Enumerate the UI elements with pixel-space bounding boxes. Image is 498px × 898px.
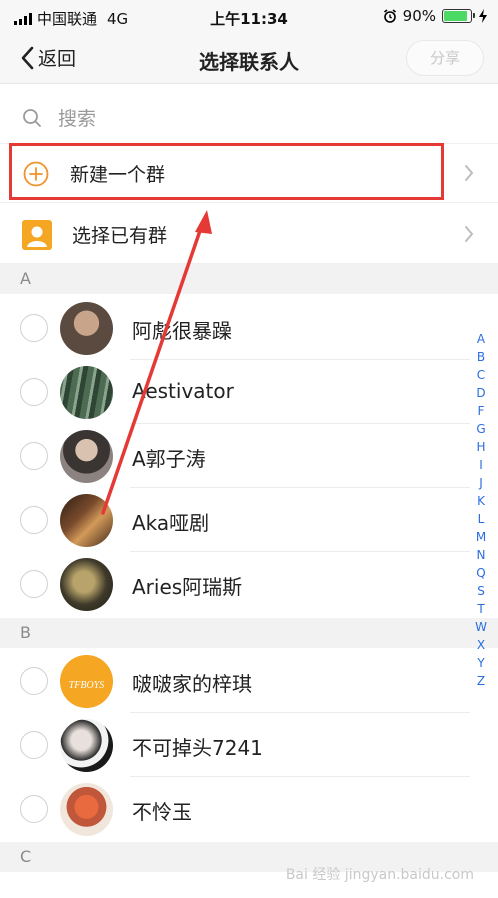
avatar: [60, 494, 113, 547]
select-checkbox[interactable]: [20, 506, 48, 534]
contact-name: 不怜玉: [132, 800, 192, 824]
index-letter[interactable]: L: [478, 510, 485, 528]
battery-icon: [442, 9, 475, 23]
contact-row[interactable]: 不可掉头7241: [0, 713, 470, 777]
section-header-b: B: [0, 618, 498, 648]
contact-row[interactable]: 不怜玉: [0, 777, 470, 841]
select-checkbox[interactable]: [20, 570, 48, 598]
existing-group-label: 选择已有群: [72, 225, 168, 247]
create-group-label: 新建一个群: [70, 164, 166, 186]
select-checkbox[interactable]: [20, 795, 48, 823]
index-letter[interactable]: J: [479, 474, 483, 492]
search-placeholder: 搜索: [58, 108, 97, 130]
index-letter[interactable]: C: [477, 366, 485, 384]
contact-row[interactable]: A郭子涛: [0, 424, 470, 488]
contact-name: 阿彪很暴躁: [132, 319, 232, 343]
index-letter[interactable]: M: [476, 528, 486, 546]
index-letter[interactable]: N: [477, 546, 486, 564]
battery-percent: 90%: [402, 7, 436, 25]
index-letter[interactable]: T: [477, 600, 484, 618]
index-letter[interactable]: F: [478, 402, 485, 420]
index-letter[interactable]: X: [477, 636, 485, 654]
contact-name: Aestivator: [132, 379, 234, 403]
avatar: [60, 302, 113, 355]
contact-name: 啵啵家的梓琪: [132, 672, 252, 696]
search-icon: [23, 108, 41, 127]
avatar: [60, 719, 113, 772]
index-letter[interactable]: I: [479, 456, 483, 474]
index-letter[interactable]: G: [476, 420, 485, 438]
watermark: Bai 经验 jingyan.baidu.com: [285, 867, 474, 883]
navigation-bar: 返回 选择联系人 分享: [0, 34, 498, 84]
avatar: [60, 558, 113, 611]
section-header-a: A: [0, 264, 498, 294]
index-letter[interactable]: A: [477, 330, 485, 348]
select-checkbox[interactable]: [20, 731, 48, 759]
index-letter[interactable]: D: [476, 384, 485, 402]
chevron-right-icon: [465, 165, 474, 181]
contact-row[interactable]: Aries阿瑞斯: [0, 552, 470, 616]
share-button[interactable]: 分享: [406, 40, 484, 76]
select-checkbox[interactable]: [20, 378, 48, 406]
contact-row[interactable]: TFBOYS 啵啵家的梓琪: [0, 649, 470, 713]
contact-name: A郭子涛: [132, 447, 206, 471]
search-bar[interactable]: 搜索: [0, 92, 498, 144]
create-group-row[interactable]: 新建一个群: [0, 145, 498, 203]
index-letter[interactable]: B: [477, 348, 485, 366]
select-checkbox[interactable]: [20, 667, 48, 695]
index-letter[interactable]: Z: [477, 672, 485, 690]
plus-circle-icon: [23, 161, 49, 186]
group-avatar-icon: [22, 219, 52, 250]
index-letter[interactable]: Q: [476, 564, 485, 582]
charging-icon: [479, 9, 487, 23]
select-checkbox[interactable]: [20, 442, 48, 470]
alphabet-index[interactable]: ABCDFGHIJKLMNQSTWXYZ: [474, 330, 488, 690]
contact-name: Aka哑剧: [132, 511, 210, 535]
status-bar: 中国联通 4G 上午11:34 90%: [0, 0, 498, 34]
contact-row[interactable]: Aestivator: [0, 360, 470, 424]
alarm-icon: [383, 9, 396, 23]
index-letter[interactable]: K: [477, 492, 485, 510]
contact-row[interactable]: Aka哑剧: [0, 488, 470, 552]
avatar: [60, 430, 113, 483]
avatar: [60, 783, 113, 836]
index-letter[interactable]: W: [475, 618, 487, 636]
avatar-logo-text: TFBOYS: [68, 680, 105, 691]
chevron-right-icon: [465, 226, 474, 242]
avatar: TFBOYS: [60, 655, 113, 708]
avatar: [60, 366, 113, 419]
existing-group-row[interactable]: 选择已有群: [0, 206, 498, 264]
index-letter[interactable]: H: [476, 438, 485, 456]
contact-name: 不可掉头7241: [132, 736, 263, 760]
index-letter[interactable]: Y: [477, 654, 484, 672]
contact-name: Aries阿瑞斯: [132, 575, 243, 599]
contact-row[interactable]: 阿彪很暴躁: [0, 296, 470, 360]
select-checkbox[interactable]: [20, 314, 48, 342]
index-letter[interactable]: S: [477, 582, 485, 600]
